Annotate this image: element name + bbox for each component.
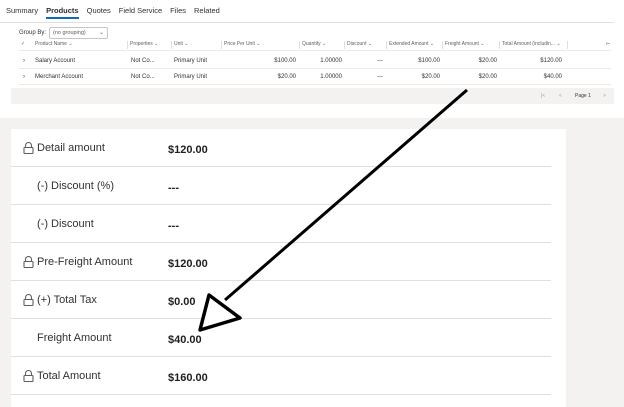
tab-related[interactable]: Related bbox=[194, 6, 220, 19]
field-total-amount: Total Amount $160.00 bbox=[11, 357, 551, 395]
table-row[interactable]: › Salary Account Not Co... Primary Unit … bbox=[19, 54, 611, 69]
products-subgrid-panel: Summary Products Quotes Field Service Fi… bbox=[0, 0, 624, 118]
group-by-label: Group By: bbox=[19, 30, 47, 36]
total-amount-cell: $120.00 bbox=[540, 58, 562, 64]
chevron-down-icon: ⌄ bbox=[98, 30, 105, 36]
field-value: $160.00 bbox=[168, 372, 208, 384]
field-label: Total Amount bbox=[37, 370, 101, 382]
unit-cell: Primary Unit bbox=[174, 74, 208, 80]
group-by-control: Group By: (no grouping) ⌄ bbox=[19, 27, 109, 39]
page-indicator: Page 1 bbox=[575, 93, 591, 99]
tab-summary[interactable]: Summary bbox=[6, 6, 38, 19]
tab-bar: Summary Products Quotes Field Service Fi… bbox=[6, 6, 228, 19]
field-value[interactable]: --- bbox=[168, 220, 179, 232]
field-value[interactable]: --- bbox=[168, 182, 179, 194]
total-amount-cell: $40.00 bbox=[543, 74, 562, 80]
field-value[interactable]: $40.00 bbox=[168, 334, 202, 346]
lock-icon bbox=[23, 142, 34, 154]
discount-cell: --- bbox=[377, 58, 383, 64]
column-header-product-name[interactable]: Product Name ⌄ bbox=[33, 41, 128, 49]
grid-pager: |< < Page 1 > bbox=[11, 88, 614, 104]
tab-quotes[interactable]: Quotes bbox=[87, 6, 111, 19]
expand-chevron-icon[interactable]: › bbox=[23, 58, 25, 64]
field-total-tax: (+) Total Tax $0.00 bbox=[11, 281, 551, 319]
extended-amount-cell: $100.00 bbox=[418, 58, 440, 64]
lock-icon bbox=[23, 294, 34, 306]
products-grid: Group By: (no grouping) ⌄ ✓ Product Name… bbox=[11, 24, 614, 116]
discount-cell: --- bbox=[377, 74, 383, 80]
column-header-total-amount[interactable]: Total Amount (includin... ⌄ bbox=[500, 41, 568, 49]
freight-amount-cell: $20.00 bbox=[478, 58, 497, 64]
column-header-unit[interactable]: Unit ⌄ bbox=[172, 41, 222, 49]
expand-chevron-icon[interactable]: › bbox=[23, 74, 25, 80]
field-label: Pre-Freight Amount bbox=[37, 256, 133, 268]
tab-divider bbox=[0, 22, 614, 23]
column-header-quantity[interactable]: Quantity ⌄ bbox=[300, 41, 345, 49]
properties-cell: Not Co... bbox=[131, 74, 155, 80]
financial-summary-panel: Detail amount $120.00 (-) Discount (%) -… bbox=[11, 129, 566, 407]
field-value: $0.00 bbox=[168, 296, 196, 308]
quantity-cell: 1.00000 bbox=[320, 58, 342, 64]
field-label: (-) Discount (%) bbox=[37, 180, 115, 192]
unit-cell: Primary Unit bbox=[174, 58, 208, 64]
tab-field-service[interactable]: Field Service bbox=[119, 6, 162, 19]
select-all-checkmark-icon[interactable]: ✓ bbox=[19, 41, 29, 49]
product-name-cell[interactable]: Salary Account bbox=[35, 58, 75, 64]
lock-icon bbox=[23, 256, 34, 268]
previous-page-button[interactable]: < bbox=[559, 93, 562, 99]
field-detail-amount: Detail amount $120.00 bbox=[11, 129, 551, 167]
field-value: $120.00 bbox=[168, 144, 208, 156]
properties-cell: Not Co... bbox=[131, 58, 155, 64]
lock-icon bbox=[23, 370, 34, 382]
field-discount-percent: (-) Discount (%) --- bbox=[11, 167, 551, 205]
column-resize-icon[interactable]: ⊢ bbox=[604, 41, 612, 49]
field-label: (-) Discount bbox=[37, 218, 94, 230]
extended-amount-cell: $20.00 bbox=[421, 74, 440, 80]
column-header-price-per-unit[interactable]: Price Per Unit ⌄ bbox=[222, 41, 300, 49]
field-label: Freight Amount bbox=[37, 332, 112, 344]
field-value: $120.00 bbox=[168, 258, 208, 270]
column-header-discount[interactable]: Discount ⌄ bbox=[345, 41, 387, 49]
field-label: (+) Total Tax bbox=[37, 294, 97, 306]
column-header-properties[interactable]: Properties ⌄ bbox=[128, 41, 172, 49]
group-by-value: (no grouping) bbox=[53, 30, 86, 36]
group-by-select[interactable]: (no grouping) ⌄ bbox=[49, 27, 109, 39]
first-page-button[interactable]: |< bbox=[541, 93, 545, 99]
field-freight-amount: Freight Amount $40.00 bbox=[11, 319, 551, 357]
column-header-extended-amount[interactable]: Extended Amount ⌄ bbox=[387, 41, 443, 49]
field-label: Detail amount bbox=[37, 142, 105, 154]
product-name-cell[interactable]: Merchant Account bbox=[35, 74, 83, 80]
field-pre-freight-amount: Pre-Freight Amount $120.00 bbox=[11, 243, 551, 281]
price-cell: $100.00 bbox=[274, 58, 296, 64]
next-page-button[interactable]: > bbox=[603, 93, 606, 99]
grid-header: ✓ Product Name ⌄ Properties ⌄ Unit ⌄ Pri… bbox=[19, 40, 611, 51]
column-header-freight-amount[interactable]: Freight Amount ⌄ bbox=[443, 41, 500, 49]
freight-amount-cell: $20.00 bbox=[478, 74, 497, 80]
table-row[interactable]: › Merchant Account Not Co... Primary Uni… bbox=[19, 70, 611, 85]
tab-products[interactable]: Products bbox=[46, 6, 79, 19]
quantity-cell: 1.00000 bbox=[320, 74, 342, 80]
field-discount: (-) Discount --- bbox=[11, 205, 551, 243]
tab-files[interactable]: Files bbox=[170, 6, 186, 19]
price-cell: $20.00 bbox=[277, 74, 296, 80]
